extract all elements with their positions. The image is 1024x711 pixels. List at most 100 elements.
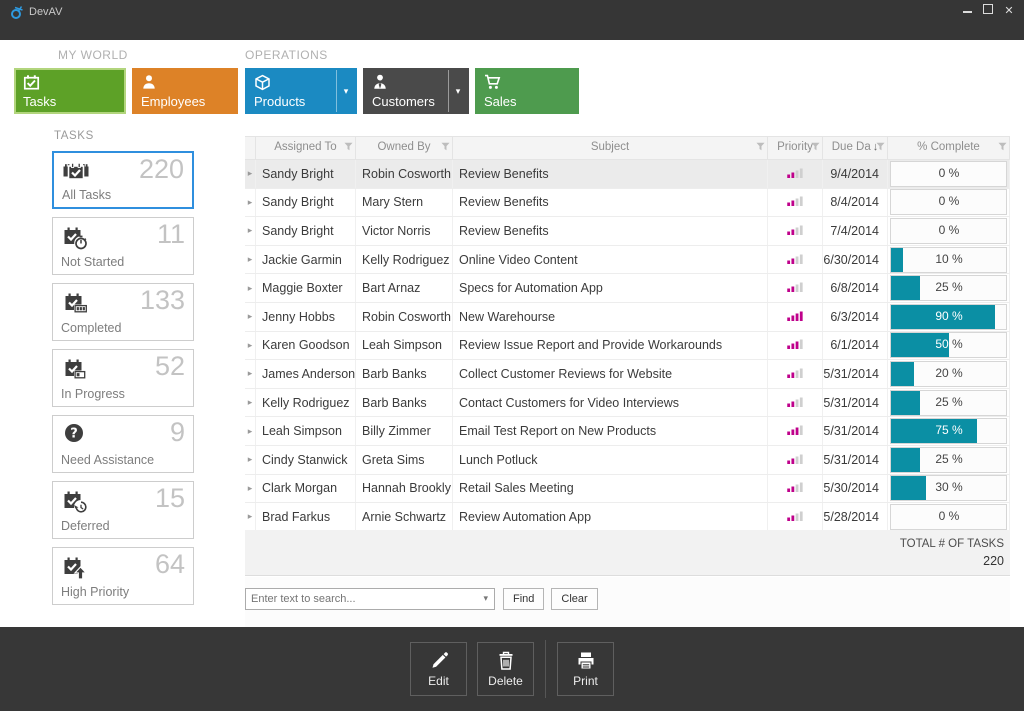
sidebar-item-deferred[interactable]: 15Deferred [52, 481, 194, 539]
table-row[interactable]: ▸Kelly RodriguezBarb BanksContact Custom… [245, 389, 1010, 418]
nav-group-label: OPERATIONS [245, 48, 579, 65]
delete-trash-icon [495, 650, 517, 672]
cell-priority [768, 332, 823, 360]
row-expand-icon[interactable]: ▸ [245, 189, 256, 217]
column-header-assigned-to[interactable]: Assigned To [256, 137, 356, 159]
toolbar-delete-button[interactable]: Delete [477, 642, 534, 696]
table-row[interactable]: ▸Karen GoodsonLeah SimpsonReview Issue R… [245, 332, 1010, 361]
percent-complete-box: 75 %75 % [890, 418, 1007, 444]
toolbar-button-label: Edit [428, 674, 449, 688]
cell-subject: Review Benefits [453, 217, 768, 245]
nav-tile-employees[interactable]: Employees [132, 68, 238, 114]
row-expand-icon[interactable]: ▸ [245, 303, 256, 331]
row-expand-icon[interactable]: ▸ [245, 332, 256, 360]
sidebar-item-label: Not Started [61, 255, 124, 269]
sidebar-item-completed[interactable]: 133 Completed [52, 283, 194, 341]
percent-complete-value: 0 % [891, 505, 1007, 527]
maximize-button[interactable] [981, 4, 995, 18]
sidebar-item-need-assistance[interactable]: ?9Need Assistance [52, 415, 194, 473]
sidebar-item-label: Need Assistance [61, 453, 154, 467]
row-expand-icon[interactable]: ▸ [245, 360, 256, 388]
priority-bars-icon [787, 253, 804, 267]
column-header-priority[interactable]: Priority [768, 137, 823, 159]
table-row[interactable]: ▸Maggie BoxterBart ArnazSpecs for Automa… [245, 274, 1010, 303]
cell-due-date: 5/31/2014 [823, 389, 888, 417]
cell-priority [768, 446, 823, 474]
cell-priority [768, 246, 823, 274]
cell-percent-complete: 0 %0 % [888, 189, 1010, 217]
cell-assigned-to: Kelly Rodriguez [256, 389, 356, 417]
percent-complete-value: 25 % [891, 448, 920, 470]
filter-funnel-icon[interactable] [876, 138, 885, 159]
filter-funnel-icon[interactable] [756, 138, 765, 159]
table-row[interactable]: ▸Jackie GarminKelly RodriguezOnline Vide… [245, 246, 1010, 275]
total-tasks-label: TOTAL # OF TASKS [245, 538, 1004, 550]
table-row[interactable]: ▸Cindy StanwickGreta SimsLunch Potluck5/… [245, 446, 1010, 475]
window-controls: ✕ [960, 4, 1016, 18]
nav-tile-label: Tasks [23, 94, 56, 109]
nav-tile-dropdown[interactable]: ▾ [336, 70, 355, 112]
cell-subject: Review Benefits [453, 160, 768, 188]
row-expand-icon[interactable]: ▸ [245, 217, 256, 245]
cell-owned-by: Robin Cosworth [356, 160, 453, 188]
table-row[interactable]: ▸James AndersonBarb BanksCollect Custome… [245, 360, 1010, 389]
cell-owned-by: Mary Stern [356, 189, 453, 217]
nav-tile-dropdown[interactable]: ▾ [448, 70, 467, 112]
nav-tile-sales[interactable]: Sales [475, 68, 579, 114]
find-button[interactable]: Find [503, 588, 544, 610]
search-input[interactable] [246, 589, 477, 608]
row-expand-icon[interactable]: ▸ [245, 503, 256, 531]
clear-button[interactable]: Clear [551, 588, 597, 610]
minimize-button[interactable] [960, 4, 974, 18]
row-expand-icon[interactable]: ▸ [245, 389, 256, 417]
sidebar-item-high-priority[interactable]: 64High Priority [52, 547, 194, 605]
row-expand-icon[interactable]: ▸ [245, 417, 256, 445]
table-row[interactable]: ▸Sandy BrightMary SternReview Benefits8/… [245, 189, 1010, 218]
sidebar-item-label: Completed [61, 321, 121, 335]
row-expand-icon[interactable]: ▸ [245, 446, 256, 474]
sidebar-item-in-progress[interactable]: 52In Progress [52, 349, 194, 407]
table-row[interactable]: ▸Clark MorganHannah BrooklyRetail Sales … [245, 475, 1010, 504]
filter-funnel-icon[interactable] [441, 138, 450, 159]
column-header-owned-by[interactable]: Owned By [356, 137, 453, 159]
priority-bars-icon [787, 453, 804, 467]
column-header-subject[interactable]: Subject [453, 137, 768, 159]
grid-summary: TOTAL # OF TASKS 220 [245, 530, 1010, 576]
cell-owned-by: Victor Norris [356, 217, 453, 245]
column-header-due-da[interactable]: Due Da↓ [823, 137, 888, 159]
row-expand-icon[interactable]: ▸ [245, 274, 256, 302]
table-row[interactable]: ▸Sandy BrightVictor NorrisReview Benefit… [245, 217, 1010, 246]
sidebar-item-not-started[interactable]: 11Not Started [52, 217, 194, 275]
row-expand-icon[interactable]: ▸ [245, 160, 256, 188]
cell-due-date: 6/30/2014 [823, 246, 888, 274]
row-expand-icon[interactable]: ▸ [245, 246, 256, 274]
table-row[interactable]: ▸Sandy BrightRobin CosworthReview Benefi… [245, 160, 1010, 189]
sidebar-item-all-tasks[interactable]: 220All Tasks [52, 151, 194, 209]
sidebar-item-count: 133 [140, 285, 185, 316]
sidebar-item-count: 9 [170, 417, 185, 448]
toolbar-print-button[interactable]: Print [557, 642, 614, 696]
filter-funnel-icon[interactable] [811, 138, 820, 159]
toolbar-edit-button[interactable]: Edit [410, 642, 467, 696]
nav-tile-tasks[interactable]: Tasks [14, 68, 126, 114]
priority-bars-icon [787, 424, 804, 438]
priority-bars-icon [787, 396, 804, 410]
sidebar-item-label: In Progress [61, 387, 125, 401]
nav-tile-products[interactable]: Products▾ [245, 68, 357, 114]
nav-tile-label: Sales [484, 94, 517, 109]
table-row[interactable]: ▸Leah SimpsonBilly ZimmerEmail Test Repo… [245, 417, 1010, 446]
percent-complete-value: 0 % [891, 162, 1007, 184]
priority-bars-icon [787, 310, 804, 324]
completed-icon [61, 290, 89, 322]
filter-funnel-icon[interactable] [998, 138, 1007, 159]
cell-priority [768, 217, 823, 245]
table-row[interactable]: ▸Brad FarkusArnie SchwartzReview Automat… [245, 503, 1010, 532]
chevron-down-icon[interactable]: ▾ [483, 593, 488, 604]
table-row[interactable]: ▸Jenny HobbsRobin CosworthNew Warehourse… [245, 303, 1010, 332]
nav-tile-customers[interactable]: Customers▾ [363, 68, 469, 114]
filter-funnel-icon[interactable] [344, 138, 353, 159]
close-button[interactable]: ✕ [1002, 4, 1016, 18]
grid-header-row: Assigned ToOwned BySubjectPriorityDue Da… [245, 136, 1010, 160]
column-header-complete[interactable]: % Complete [888, 137, 1010, 159]
row-expand-icon[interactable]: ▸ [245, 475, 256, 503]
